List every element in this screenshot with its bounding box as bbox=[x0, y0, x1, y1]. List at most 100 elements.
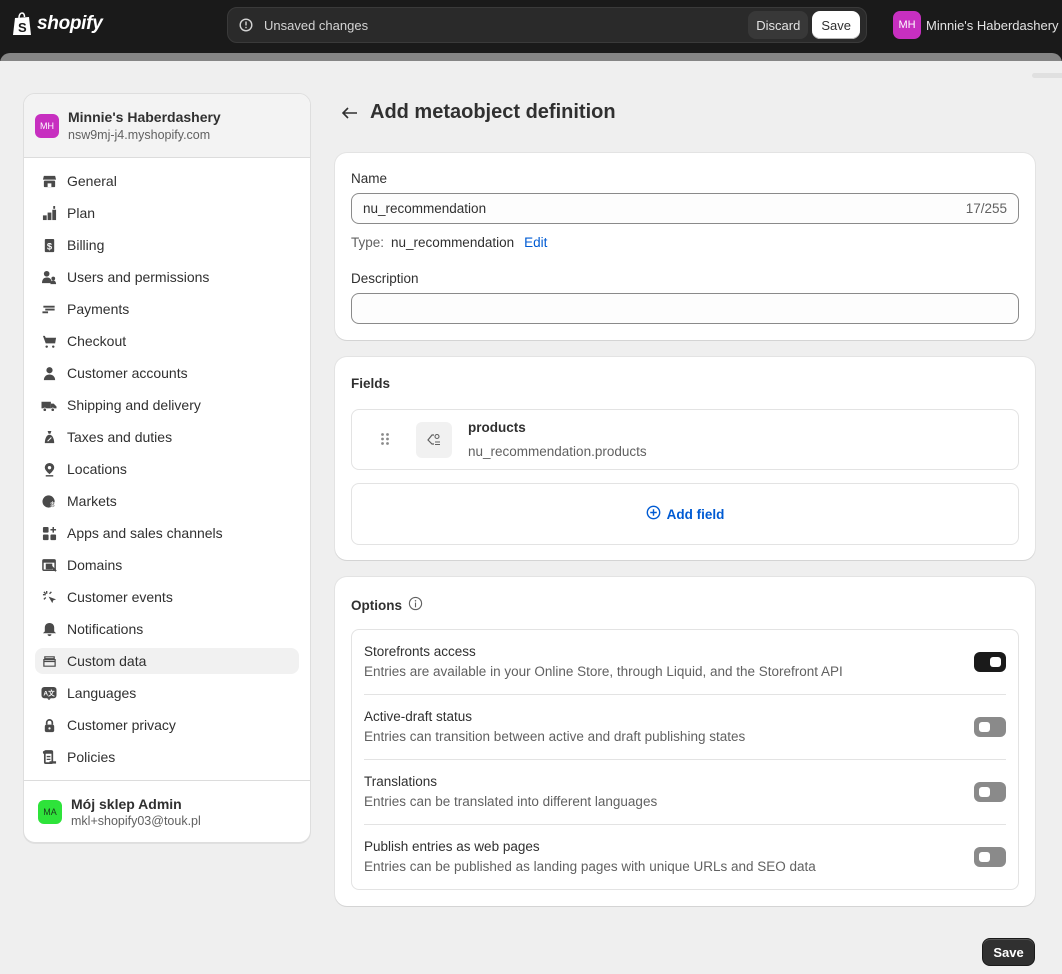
option-title: Translations bbox=[364, 774, 438, 789]
save-button[interactable]: Save bbox=[982, 938, 1035, 966]
tax-bag-icon bbox=[41, 429, 57, 445]
add-field-button[interactable]: Add field bbox=[351, 483, 1019, 545]
sidebar-item-billing[interactable]: $ Billing bbox=[35, 232, 299, 258]
sidebar-item-payments[interactable]: Payments bbox=[35, 296, 299, 322]
type-row: Type: nu_recommendation Edit bbox=[351, 235, 547, 250]
sidebar-item-notifications[interactable]: Notifications bbox=[35, 616, 299, 642]
plus-circle-icon bbox=[646, 505, 661, 523]
billing-icon: $ bbox=[41, 237, 57, 253]
publish-web-pages-toggle[interactable] bbox=[974, 847, 1006, 867]
top-bar: S shopify Unsaved changes Discard Save M… bbox=[0, 0, 1062, 53]
lock-icon bbox=[41, 717, 57, 733]
options-title: Options bbox=[351, 596, 423, 614]
sidebar-nav: General Plan $ Billing Users and permiss… bbox=[24, 158, 310, 770]
option-description: Entries can be translated into different… bbox=[364, 794, 658, 809]
description-input[interactable] bbox=[351, 293, 1019, 324]
sidebar-item-policies[interactable]: Policies bbox=[35, 744, 299, 770]
field-name: products bbox=[468, 420, 526, 435]
apps-icon bbox=[41, 525, 57, 541]
save-button-top[interactable]: Save bbox=[812, 11, 860, 39]
policies-icon bbox=[41, 749, 57, 765]
sidebar-item-label: Markets bbox=[67, 493, 117, 509]
sidebar-item-markets[interactable]: $ Markets bbox=[35, 488, 299, 514]
sidebar-item-customer-accounts[interactable]: Customer accounts bbox=[35, 360, 299, 386]
edit-type-link[interactable]: Edit bbox=[524, 235, 547, 250]
sidebar-item-general[interactable]: General bbox=[35, 168, 299, 194]
shopify-wordmark: shopify bbox=[37, 13, 103, 34]
option-storefronts-access: Storefronts access Entries are available… bbox=[364, 630, 1006, 695]
svg-text:A文: A文 bbox=[43, 688, 55, 697]
sidebar-item-checkout[interactable]: Checkout bbox=[35, 328, 299, 354]
sidebar-item-languages[interactable]: A文 Languages bbox=[35, 680, 299, 706]
sidebar-store-name: Minnie's Haberdashery bbox=[68, 109, 221, 125]
info-icon[interactable] bbox=[408, 596, 423, 614]
character-counter: 17/255 bbox=[965, 201, 1007, 216]
name-input-value: nu_recommendation bbox=[363, 201, 487, 216]
sidebar-item-label: Languages bbox=[67, 685, 137, 701]
svg-text:$: $ bbox=[50, 500, 55, 509]
sidebar-item-label: Customer privacy bbox=[67, 717, 176, 733]
toggle-knob bbox=[990, 657, 1001, 667]
sheet-handle bbox=[1032, 73, 1062, 78]
sidebar-item-label: Apps and sales channels bbox=[67, 525, 223, 541]
sidebar-item-label: Plan bbox=[67, 205, 96, 221]
add-field-label: Add field bbox=[666, 506, 725, 522]
back-arrow-icon[interactable] bbox=[340, 103, 360, 123]
shopify-logo[interactable]: S shopify bbox=[12, 12, 103, 36]
option-title: Active-draft status bbox=[364, 709, 473, 724]
shopify-bag-icon: S bbox=[12, 12, 34, 36]
sidebar-item-label: Notifications bbox=[67, 621, 144, 637]
unsaved-changes-text: Unsaved changes bbox=[264, 17, 369, 33]
toggle-knob bbox=[979, 787, 990, 797]
option-active-draft-status: Active-draft status Entries can transiti… bbox=[364, 695, 1006, 760]
storefronts-access-toggle[interactable] bbox=[974, 652, 1006, 672]
sidebar-item-label: Policies bbox=[67, 749, 116, 765]
sidebar-item-label: Locations bbox=[67, 461, 127, 477]
translations-toggle[interactable] bbox=[974, 782, 1006, 802]
sidebar-item-users[interactable]: Users and permissions bbox=[35, 264, 299, 290]
description-label: Description bbox=[351, 271, 419, 286]
sidebar-item-shipping[interactable]: Shipping and delivery bbox=[35, 392, 299, 418]
option-title: Storefronts access bbox=[364, 644, 476, 659]
sidebar-item-plan[interactable]: Plan bbox=[35, 200, 299, 226]
sidebar-item-label: Taxes and duties bbox=[67, 429, 173, 445]
active-draft-status-toggle[interactable] bbox=[974, 717, 1006, 737]
sidebar-item-taxes[interactable]: Taxes and duties bbox=[35, 424, 299, 450]
discard-button[interactable]: Discard bbox=[748, 11, 809, 39]
sidebar-item-customer-events[interactable]: Customer events bbox=[35, 584, 299, 610]
field-key: nu_recommendation.products bbox=[468, 444, 647, 459]
sidebar-item-label: Users and permissions bbox=[67, 269, 210, 285]
sidebar-store-avatar: MH bbox=[35, 113, 59, 138]
store-switcher[interactable]: MH Minnie's Haberdashery bbox=[893, 11, 1059, 39]
sidebar-item-label: Billing bbox=[67, 237, 105, 253]
custom-data-icon bbox=[41, 653, 57, 669]
store-name: Minnie's Haberdashery bbox=[926, 17, 1059, 33]
contextual-save-bar: Unsaved changes Discard Save bbox=[227, 7, 867, 43]
user-name: Mój sklep Admin bbox=[71, 795, 182, 812]
product-reference-icon bbox=[416, 422, 452, 458]
domains-icon bbox=[41, 557, 57, 573]
page-header: Add metaobject definition bbox=[340, 101, 616, 124]
sidebar-item-label: Checkout bbox=[67, 333, 127, 349]
sidebar-item-label: Customer events bbox=[67, 589, 173, 605]
sidebar-item-custom-data[interactable]: Custom data bbox=[35, 648, 299, 674]
sidebar-item-domains[interactable]: Domains bbox=[35, 552, 299, 578]
truck-icon bbox=[41, 397, 57, 413]
option-description: Entries can transition between active an… bbox=[364, 729, 746, 744]
sidebar-item-label: Customer accounts bbox=[67, 365, 188, 381]
name-card: Name nu_recommendation 17/255 Type: nu_r… bbox=[335, 153, 1035, 340]
drag-handle-icon[interactable] bbox=[380, 432, 392, 448]
sidebar-user-footer[interactable]: MA Mój sklep Admin mkl+shopify03@touk.pl bbox=[24, 780, 310, 842]
sidebar-item-locations[interactable]: Locations bbox=[35, 456, 299, 482]
sidebar-item-customer-privacy[interactable]: Customer privacy bbox=[35, 712, 299, 738]
settings-sidebar: MH Minnie's Haberdashery nsw9mj-j4.mysho… bbox=[23, 93, 311, 843]
field-item[interactable]: products nu_recommendation.products bbox=[351, 409, 1019, 470]
sidebar-item-label: Shipping and delivery bbox=[67, 397, 201, 413]
user-avatar: MA bbox=[38, 799, 62, 824]
sidebar-item-apps[interactable]: Apps and sales channels bbox=[35, 520, 299, 546]
toggle-knob bbox=[979, 852, 990, 862]
name-input[interactable]: nu_recommendation 17/255 bbox=[351, 193, 1019, 224]
cart-icon bbox=[41, 333, 57, 349]
person-icon bbox=[41, 365, 57, 381]
toggle-knob bbox=[979, 722, 990, 732]
